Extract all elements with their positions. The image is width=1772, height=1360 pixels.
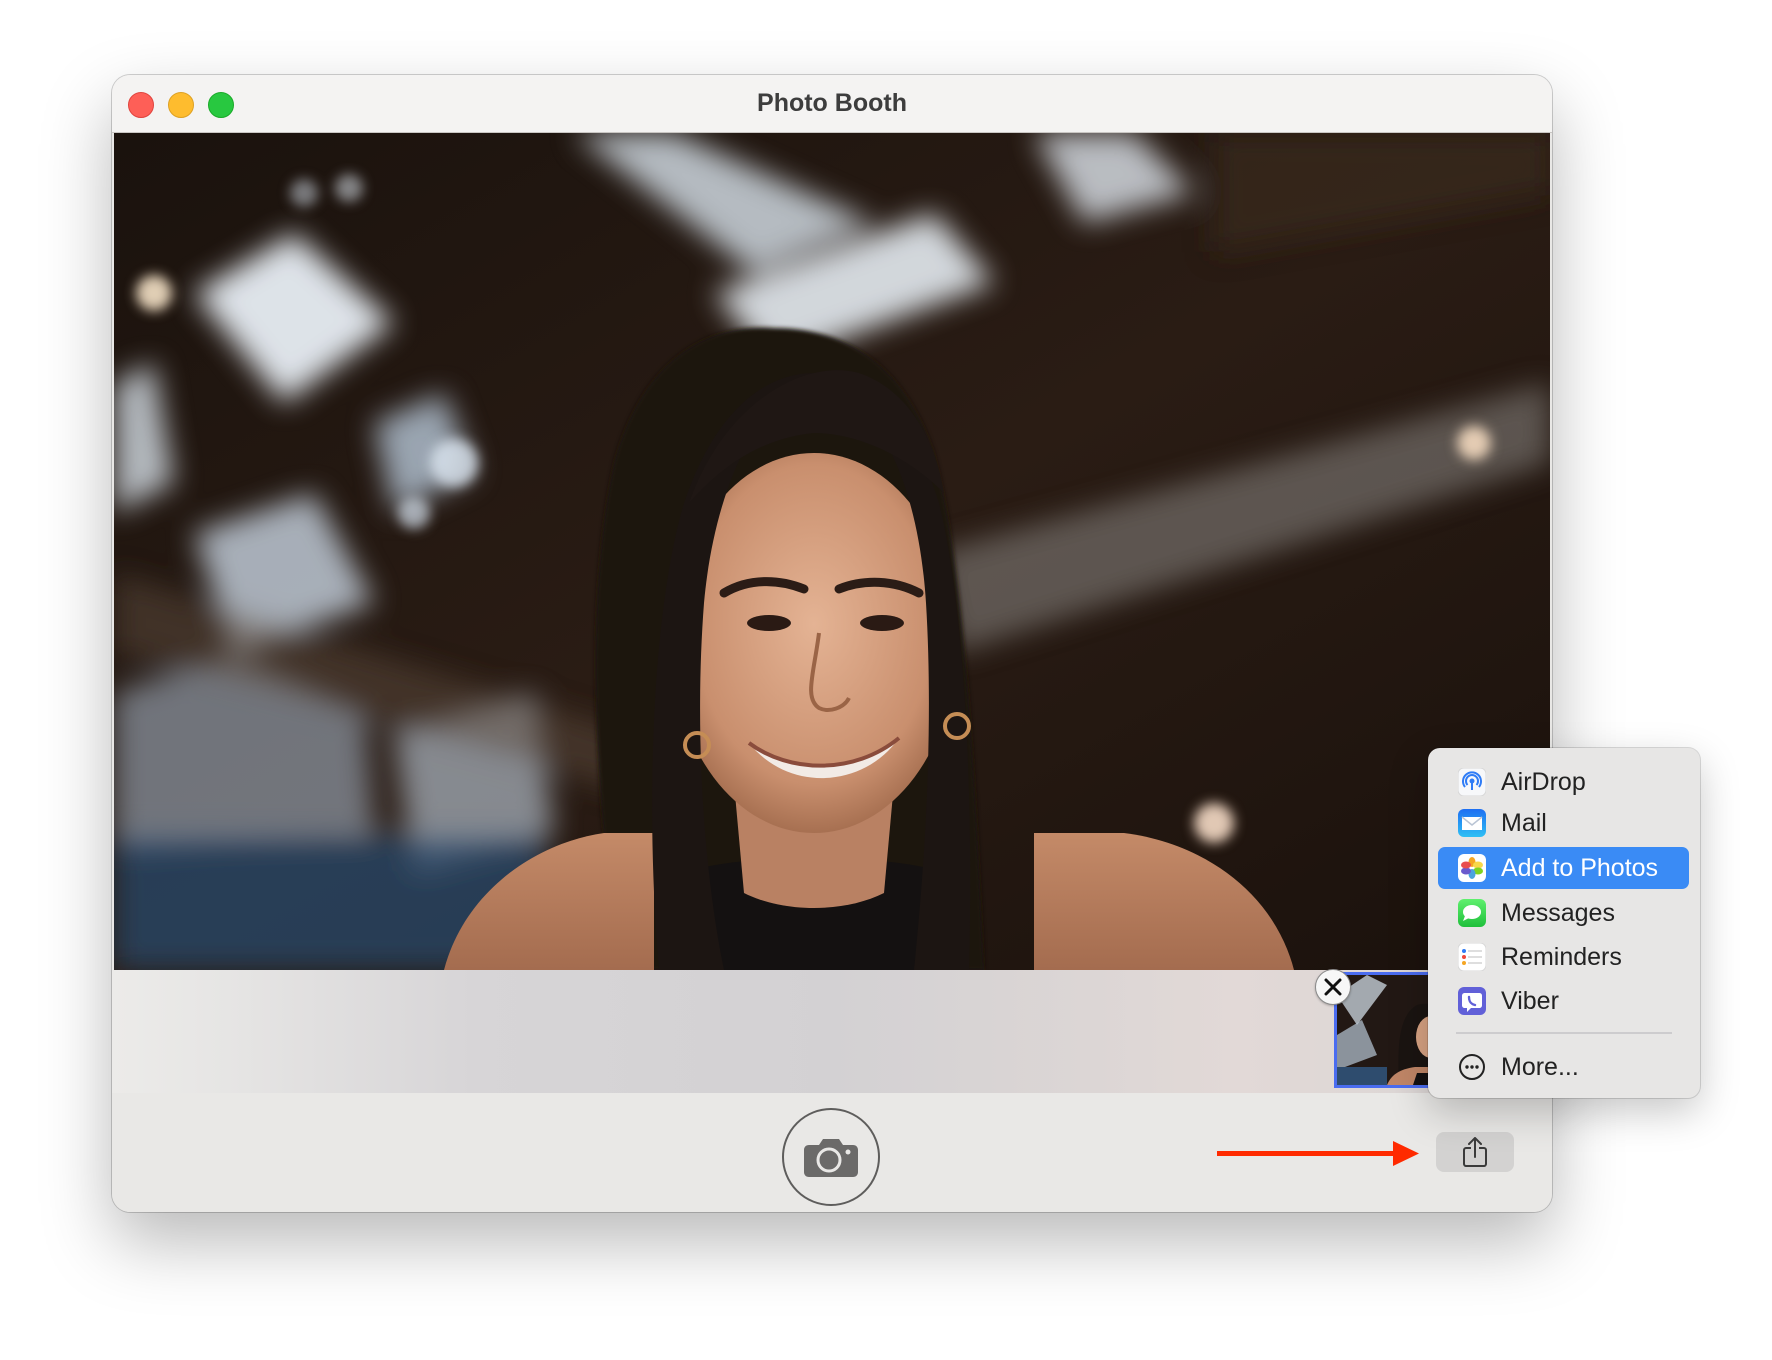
messages-icon — [1458, 899, 1486, 927]
share-menu-item-mail[interactable]: Mail — [1438, 802, 1689, 844]
share-menu-more-label: More... — [1501, 1053, 1579, 1081]
share-menu-item-label: Viber — [1501, 987, 1559, 1015]
share-menu-item-messages[interactable]: Messages — [1438, 892, 1689, 934]
share-menu-item-add-to-photos[interactable]: Add to Photos — [1438, 847, 1689, 889]
photo-booth-window: Photo Booth — [112, 75, 1552, 1212]
share-menu-item-label: Mail — [1501, 809, 1547, 837]
camera-preview-image — [114, 133, 1550, 970]
share-button[interactable] — [1436, 1132, 1514, 1172]
ellipsis-circle-icon — [1459, 1054, 1485, 1080]
share-menu: AirDrop Mail Add to Photos Messages Remi… — [1428, 748, 1700, 1098]
share-menu-item-label: Reminders — [1501, 943, 1622, 971]
photos-icon — [1458, 854, 1486, 882]
reminders-icon — [1458, 943, 1486, 971]
close-x-icon — [1324, 978, 1342, 996]
camera-preview — [114, 133, 1550, 970]
share-menu-item-label: Add to Photos — [1501, 854, 1659, 882]
share-menu-item-viber[interactable]: Viber — [1438, 980, 1689, 1022]
take-photo-button[interactable] — [782, 1108, 880, 1206]
share-menu-item-reminders[interactable]: Reminders — [1438, 936, 1689, 978]
annotation-arrow — [1217, 1141, 1419, 1166]
share-icon — [1463, 1137, 1487, 1167]
share-menu-item-label: Messages — [1501, 899, 1615, 927]
share-menu-item-airdrop[interactable]: AirDrop — [1438, 761, 1689, 803]
viber-icon — [1458, 987, 1486, 1015]
share-menu-item-label: AirDrop — [1501, 768, 1586, 796]
share-menu-separator — [1456, 1032, 1672, 1034]
airdrop-icon — [1458, 768, 1486, 796]
window-title: Photo Booth — [757, 89, 907, 117]
title-bar[interactable]: Photo Booth — [112, 75, 1552, 133]
camera-icon — [804, 1139, 858, 1177]
remove-photo-button[interactable] — [1315, 969, 1351, 1005]
mail-icon — [1458, 809, 1486, 837]
share-menu-item-more[interactable]: More... — [1438, 1046, 1689, 1088]
